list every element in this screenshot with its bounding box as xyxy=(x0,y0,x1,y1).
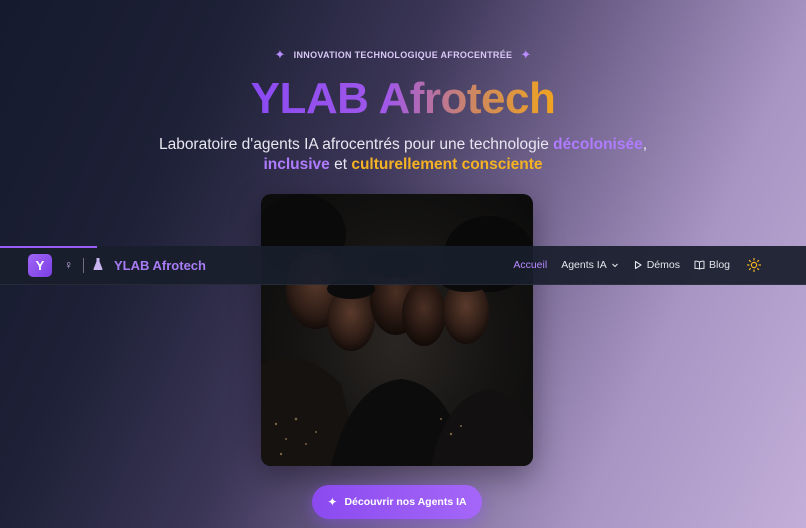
hero-eyebrow: ✦ INNOVATION TECHNOLOGIQUE AFROCENTRÉE ✦ xyxy=(0,48,806,61)
nav-link-label: Agents IA xyxy=(561,259,607,271)
sun-icon xyxy=(746,257,762,273)
hero-subtitle: Laboratoire d'agents IA afrocentrés pour… xyxy=(0,135,806,175)
subtitle-highlight: culturellement consciente xyxy=(351,156,543,173)
chevron-down-icon xyxy=(611,263,618,268)
top-navbar: Y ♀ YLAB Afrotech Accueil Agents IA Démo… xyxy=(0,246,806,285)
subtitle-highlight: inclusive xyxy=(263,156,330,173)
flask-icon xyxy=(93,258,103,273)
theme-toggle-button[interactable] xyxy=(746,257,762,273)
subtitle-text: et xyxy=(329,156,352,173)
nav-link-label: Blog xyxy=(708,259,730,271)
book-icon xyxy=(694,260,705,270)
hero-title: YLAB Afrotech xyxy=(0,74,806,124)
scroll-progress-bar xyxy=(0,246,97,248)
nav-divider xyxy=(83,258,84,273)
cta-label: Découvrir nos Agents IA xyxy=(344,496,467,508)
nav-link-agents-ia[interactable]: Agents IA xyxy=(561,259,619,271)
subtitle-text: Laboratoire d'agents IA afrocentrés pour… xyxy=(158,136,554,153)
nav-link-label: Accueil xyxy=(513,259,548,271)
nav-link-accueil[interactable]: Accueil xyxy=(513,259,547,271)
nav-link-demos[interactable]: Démos xyxy=(633,259,680,271)
female-symbol-icon: ♀ xyxy=(64,258,73,272)
group-portrait-illustration xyxy=(261,194,533,466)
sparkles-icon: ✦ xyxy=(327,495,338,509)
subtitle-highlight: décolonisée xyxy=(553,136,643,153)
sparkles-icon: ✦ xyxy=(274,47,286,62)
eyebrow-text: INNOVATION TECHNOLOGIQUE AFROCENTRÉE xyxy=(293,49,513,60)
subtitle-text: , xyxy=(642,136,648,153)
nav-link-label: Démos xyxy=(646,259,680,271)
brand-name[interactable]: YLAB Afrotech xyxy=(114,258,206,273)
hero-image xyxy=(261,194,533,466)
discover-agents-button[interactable]: ✦ Découvrir nos Agents IA xyxy=(312,485,482,519)
logo-badge[interactable]: Y xyxy=(28,254,52,277)
sparkles-icon: ✦ xyxy=(520,47,532,62)
hero-title-text: YLAB Afrotech xyxy=(250,74,556,123)
play-icon xyxy=(634,260,642,270)
nav-link-blog[interactable]: Blog xyxy=(694,259,730,271)
nav-links: Accueil Agents IA Démos Blog xyxy=(513,246,730,284)
